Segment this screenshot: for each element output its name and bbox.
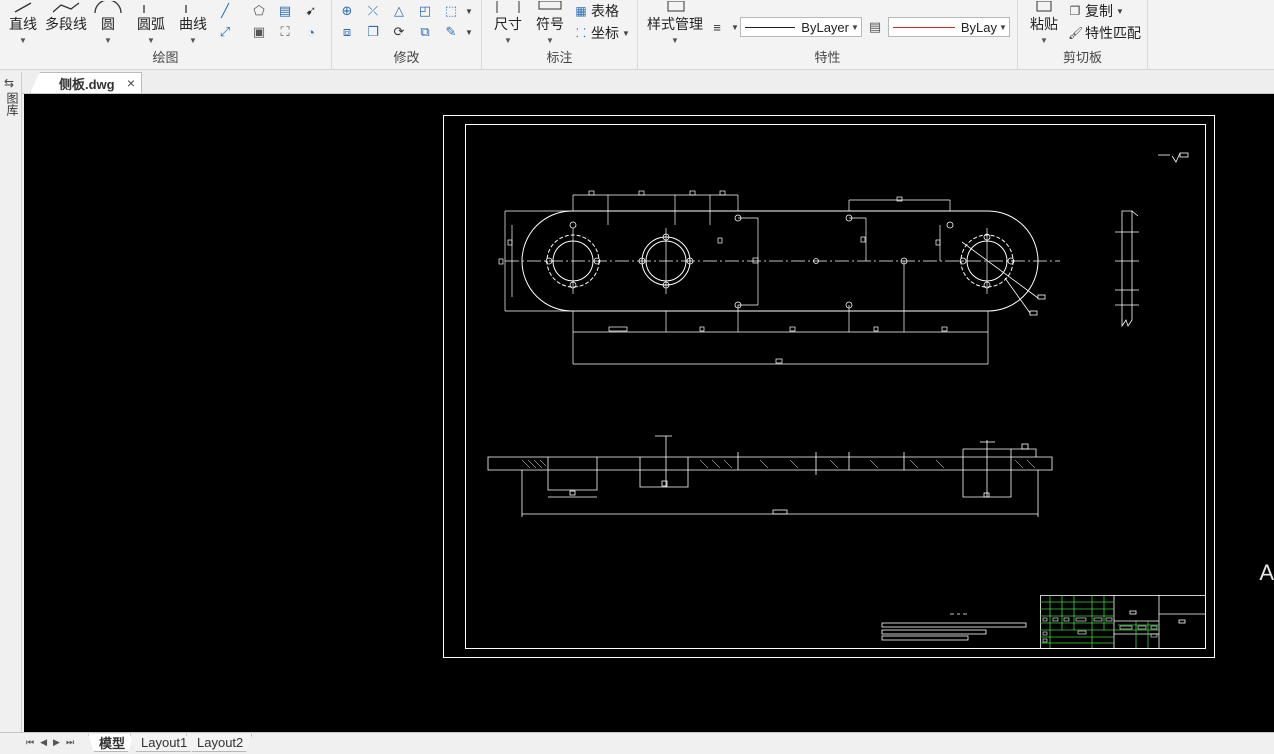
curve-icon: [176, 0, 210, 13]
pointer-icon[interactable]: ➹: [302, 2, 320, 20]
lineweight-combo[interactable]: ByLay ▼: [888, 17, 1010, 37]
line-button[interactable]: 直线 ▼: [6, 0, 40, 45]
style-manager-button[interactable]: 样式管理 ▼: [644, 0, 706, 45]
ribbon: 直线 ▼ 多段线 圆 ▼ 圆弧 ▼ 曲线 ▼ ╱ ⤢ ⬠ ▣ ▤ ⛶ ➹ ◔ 绘…: [0, 0, 1274, 70]
lineweight-icon[interactable]: ▤: [866, 18, 884, 36]
ribbon-group-annotate: 尺寸 ▼ 符号 ▼ ▦ 表格 ⸬ 坐标 ▼ 标注: [482, 0, 638, 70]
document-tab-strip: [0, 70, 1274, 94]
trim-icon[interactable]: ⤫: [364, 2, 382, 20]
tab-model[interactable]: 模型: [88, 734, 134, 752]
circle-icon: [92, 0, 124, 14]
chevron-down-icon: ▼: [189, 36, 197, 45]
ribbon-group-draw: 直线 ▼ 多段线 圆 ▼ 圆弧 ▼ 曲线 ▼ ╱ ⤢ ⬠ ▣ ▤ ⛶ ➹ ◔ 绘…: [0, 0, 332, 70]
coordinate-button[interactable]: ⸬ 坐标 ▼: [574, 23, 630, 43]
scale-icon[interactable]: ◰: [416, 2, 434, 20]
chevron-down-icon: ▼: [999, 22, 1007, 32]
brush-icon: 🖌: [1068, 26, 1084, 40]
style-manager-icon: [644, 0, 706, 12]
table-icon: ▦: [575, 4, 587, 18]
symbol-button[interactable]: 符号 ▼: [532, 0, 568, 45]
arc-button[interactable]: 圆弧 ▼: [134, 0, 168, 45]
close-icon[interactable]: ×: [127, 75, 135, 91]
chevron-down-icon: ▼: [147, 36, 155, 45]
chevron-down-icon[interactable]: ▼: [460, 2, 478, 20]
polyline-icon: [44, 0, 88, 13]
chevron-down-icon: ▼: [104, 36, 112, 45]
mirror-icon[interactable]: △: [390, 2, 408, 20]
tab-layout2[interactable]: Layout2: [186, 734, 252, 752]
side-panel[interactable]: ⇆ 图库: [0, 72, 22, 732]
section-view: [487, 435, 1053, 517]
rectangle-icon[interactable]: ▣: [250, 23, 268, 41]
drawing-svg: [443, 115, 1215, 658]
title-block-grid: [1040, 595, 1159, 648]
array-icon[interactable]: ⬚: [442, 2, 460, 20]
move-icon[interactable]: ⊕: [338, 2, 356, 20]
chevron-down-icon: ▼: [671, 36, 679, 45]
tab-layout1[interactable]: Layout1: [130, 734, 196, 752]
linetype-icon[interactable]: ≡: [708, 18, 726, 36]
region-icon[interactable]: ◔: [302, 23, 320, 41]
dimension-button[interactable]: 尺寸 ▼: [490, 0, 526, 45]
canvas-edge-text: A: [1259, 560, 1274, 585]
curve-button[interactable]: 曲线 ▼: [176, 0, 210, 45]
chevron-down-icon: ▼: [1040, 36, 1048, 45]
top-view-dimensions: [498, 190, 989, 365]
title-block: [1040, 595, 1206, 649]
chevron-down-icon: ▼: [546, 36, 554, 45]
circle-button[interactable]: 圆 ▼: [92, 0, 124, 45]
revision-cloud-icon[interactable]: ⛶: [276, 23, 294, 41]
fillet-icon[interactable]: ⧉: [416, 23, 434, 41]
arc-icon: [134, 0, 168, 13]
coordinate-icon: ⸬: [576, 26, 586, 40]
copy-icon: ❐: [1069, 4, 1081, 18]
chevron-down-icon: ▼: [19, 36, 27, 45]
copy-object-icon[interactable]: ❐: [364, 23, 382, 41]
chevron-down-icon: ▼: [1116, 6, 1124, 16]
sheet-outer-border: [443, 115, 1215, 658]
paste-icon: [1026, 0, 1062, 12]
construction-line-icon[interactable]: ⤢: [216, 23, 234, 41]
chevron-down-icon[interactable]: ▼: [460, 23, 478, 41]
rotate-icon[interactable]: ⟳: [390, 23, 408, 41]
chevron-down-icon: ▼: [622, 28, 630, 38]
ray-icon[interactable]: ╱: [216, 2, 234, 20]
linetype-combo[interactable]: ByLayer ▼: [740, 17, 862, 37]
table-button[interactable]: ▦ 表格: [574, 1, 619, 21]
polygon-icon[interactable]: ⬠: [250, 2, 268, 20]
top-view-plate: [505, 210, 1060, 316]
explode-icon[interactable]: ✎: [442, 23, 460, 41]
sheet-inner-border: [465, 124, 1206, 649]
roughness-note: [1158, 152, 1189, 163]
line-icon: [6, 0, 40, 13]
document-tab[interactable]: 侧板.dwg ×: [30, 72, 142, 93]
paste-button[interactable]: 粘贴 ▼: [1026, 0, 1062, 45]
pin-icon[interactable]: ⇆: [4, 76, 14, 90]
layout-tab-bar: ⏮◀▶⏭ 模型 Layout1 Layout2: [0, 732, 1274, 754]
chevron-down-icon: ▼: [851, 22, 859, 32]
chevron-down-icon: ▼: [504, 36, 512, 45]
polyline-button[interactable]: 多段线: [44, 0, 88, 34]
section-hatch: [521, 459, 1036, 469]
drawing-canvas[interactable]: A: [24, 94, 1274, 734]
ribbon-group-properties: 样式管理 ▼ ≡ ▼ ByLayer ▼ ▤ ByLay ▼ 特性: [638, 0, 1018, 70]
match-properties-button[interactable]: 🖌 特性匹配: [1068, 23, 1141, 43]
copy-button[interactable]: ❐ 复制 ▼: [1068, 1, 1124, 21]
offset-icon[interactable]: ⧈: [338, 23, 356, 41]
technical-notes: [881, 613, 1027, 641]
ribbon-group-clipboard: 粘贴 ▼ ❐ 复制 ▼ 🖌 特性匹配 剪切板: [1018, 0, 1148, 70]
layout-nav-buttons[interactable]: ⏮◀▶⏭: [26, 737, 80, 748]
ribbon-group-modify: ⊕ ⤫ △ ◰ ⬚ ▼ ⧈ ❐ ⟳ ⧉ ✎ ▼ 修改: [332, 0, 482, 70]
symbol-icon: [532, 0, 568, 12]
hatch-icon[interactable]: ▤: [276, 2, 294, 20]
side-view: [1115, 210, 1139, 328]
dimension-icon: [490, 0, 526, 13]
